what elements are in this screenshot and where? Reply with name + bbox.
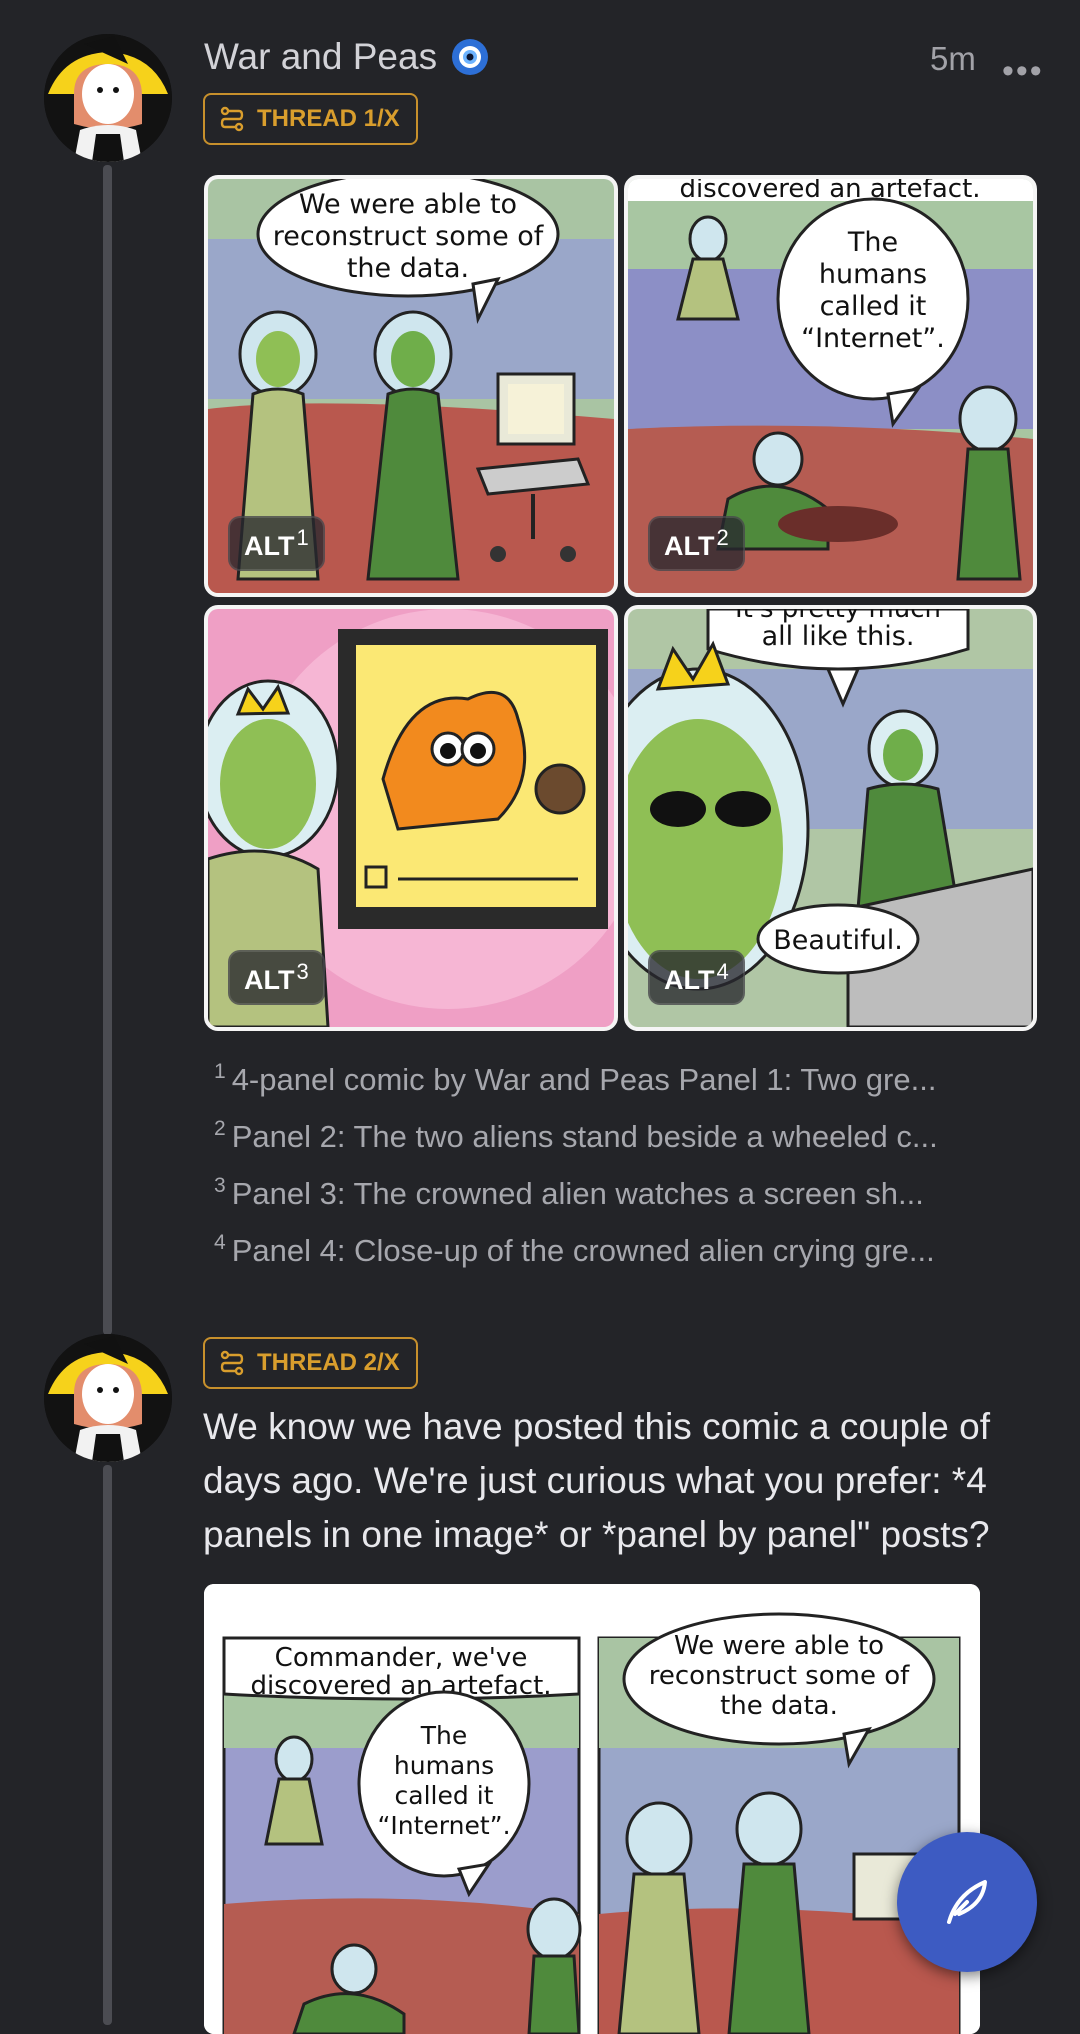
author-name-text: War and Peas [204, 36, 438, 77]
speech-line: “Internet”. [377, 1811, 510, 1840]
speech-line: Commander, we've [275, 1643, 528, 1673]
evil-eye-badge-icon [452, 39, 489, 75]
compose-button[interactable] [897, 1832, 1037, 1972]
alt-text-captions: 1 4-panel comic by War and Peas Panel 1: … [214, 1047, 1044, 1275]
thread-connector-line [103, 165, 112, 1335]
avatar[interactable] [44, 1334, 172, 1462]
caption-line: 3 Panel 3: The crowned alien watches a sc… [214, 1174, 924, 1211]
caption-line: 1 4-panel comic by War and Peas Panel 1: … [214, 1060, 937, 1097]
thread-badge[interactable]: THREAD 2/X [203, 1337, 418, 1389]
speech-line: We were able to [299, 189, 517, 220]
media-grid: We were able to reconstruct some of the … [204, 175, 1037, 1031]
caption-line: 4 Panel 4: Close-up of the crowned alien … [214, 1231, 935, 1268]
speech-line: all like this. [762, 621, 915, 652]
comic-panel-2[interactable]: discovered an artefact. The humans calle… [624, 175, 1037, 597]
speech-line: called it [395, 1781, 494, 1810]
thread-badge-label: THREAD 2/X [257, 1349, 400, 1376]
thread-badge-label: THREAD 1/X [257, 105, 400, 132]
thread-icon [220, 1350, 244, 1376]
speech-line: called it [820, 291, 927, 322]
more-icon[interactable]: ••• [1002, 52, 1044, 91]
speech-line: reconstruct some of [273, 221, 545, 252]
author-name[interactable]: War and Peas [204, 36, 489, 78]
post-time: 5m [930, 40, 976, 77]
avatar[interactable] [44, 34, 172, 162]
speech-line: The [420, 1721, 468, 1750]
speech-line: the data. [720, 1691, 838, 1721]
alt-text-button[interactable]: ALT2 [648, 516, 745, 571]
thread-connector-line [103, 1465, 112, 2025]
speech-line: the data. [347, 253, 469, 284]
speech-line: The [847, 227, 898, 258]
speech-line: “Internet”. [801, 323, 945, 354]
speech-line: discovered an artefact. [250, 1671, 551, 1701]
speech-line: reconstruct some of [649, 1661, 910, 1691]
thread-badge[interactable]: THREAD 1/X [203, 93, 418, 145]
speech-line: Beautiful. [773, 925, 903, 956]
alt-text-button[interactable]: ALT1 [228, 516, 325, 571]
comic-image[interactable]: Commander, we've discovered an artefact.… [204, 1584, 980, 2034]
speech-line: humans [394, 1751, 494, 1780]
feather-compose-icon [947, 1880, 987, 1924]
comic-panel-4[interactable]: It's pretty much all like this. Beautifu… [624, 605, 1037, 1031]
alt-text-button[interactable]: ALT4 [648, 950, 745, 1005]
speech-line: We were able to [674, 1631, 884, 1661]
speech-line: humans [819, 259, 927, 290]
comic-panel-3[interactable]: ALT3 [204, 605, 618, 1031]
speech-line: discovered an artefact. [679, 179, 980, 204]
post-body-text: We know we have posted this comic a coup… [203, 1406, 991, 1555]
comic-panel-1[interactable]: We were able to reconstruct some of the … [204, 175, 618, 597]
thread-icon [220, 106, 244, 132]
caption-line: 2 Panel 2: The two aliens stand beside a … [214, 1117, 938, 1154]
alt-text-button[interactable]: ALT3 [228, 950, 325, 1005]
